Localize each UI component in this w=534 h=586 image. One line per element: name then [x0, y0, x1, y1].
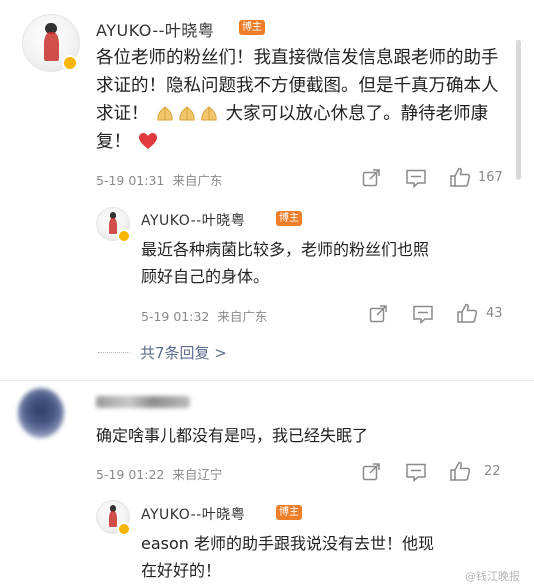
- like-icon[interactable]: [449, 166, 471, 188]
- timestamp: 5-19 01:32: [141, 309, 210, 324]
- comment-icon[interactable]: [412, 304, 434, 324]
- location: 来自广东: [172, 173, 223, 188]
- reply-divider: [98, 352, 130, 353]
- divider: [0, 380, 534, 381]
- view-replies-link[interactable]: 共7条回复 >: [140, 342, 227, 363]
- like-icon[interactable]: [456, 302, 478, 324]
- username[interactable]: AYUKO--叶晓粤: [96, 17, 214, 41]
- comment-text: 确定啥事儿都没有是吗，我已经失眠了: [96, 426, 369, 445]
- verified-icon: [117, 522, 131, 536]
- comment-icon[interactable]: [405, 462, 427, 482]
- comment-meta: 5-19 01:22 来自辽宁: [96, 464, 222, 483]
- heart-emoji: [138, 131, 158, 149]
- scrollbar[interactable]: [516, 40, 521, 180]
- username-blurred[interactable]: [96, 396, 190, 408]
- watermark: @钱江晚报: [465, 570, 520, 583]
- comment-meta: 5-19 01:32 来自广东: [141, 306, 267, 325]
- location: 来自广东: [217, 309, 268, 324]
- comment-meta: 5-19 01:31 来自广东: [96, 170, 222, 189]
- share-icon[interactable]: [368, 304, 388, 324]
- blogger-badge: 博主: [276, 211, 302, 226]
- folded-hands-emoji: [177, 103, 197, 121]
- comment-icon[interactable]: [405, 168, 427, 188]
- like-count: 43: [486, 306, 503, 321]
- verified-icon: [62, 55, 78, 71]
- timestamp: 5-19 01:31: [96, 173, 165, 188]
- share-icon[interactable]: [361, 168, 381, 188]
- reply-text-line1: 最近各种病菌比较多，老师的粉丝们也照: [141, 240, 430, 259]
- blogger-badge: 博主: [239, 20, 265, 35]
- reply-text-line1: eason 老师的助手跟我说没有去世！他现: [141, 534, 435, 553]
- timestamp: 5-19 01:22: [96, 467, 165, 482]
- like-icon[interactable]: [449, 460, 471, 482]
- location: 来自辽宁: [172, 467, 223, 482]
- like-count: 167: [478, 170, 503, 185]
- username[interactable]: AYUKO--叶晓粤: [141, 210, 245, 230]
- folded-hands-emoji: [155, 103, 175, 121]
- verified-icon: [117, 229, 131, 243]
- avatar[interactable]: [18, 388, 64, 438]
- share-icon[interactable]: [361, 462, 381, 482]
- blogger-badge: 博主: [276, 505, 302, 520]
- folded-hands-emoji: [199, 103, 219, 121]
- comment-text: 各位老师的粉丝们！我直接微信发信息跟老师的助手求证的！隐私问题我不方便截图。但是…: [96, 44, 508, 156]
- username[interactable]: AYUKO--叶晓粤: [141, 504, 245, 524]
- reply-text-line2: 顾好自己的身体。: [141, 267, 270, 286]
- reply-text-line2: 在好好的！: [141, 561, 222, 580]
- like-count: 22: [484, 464, 501, 479]
